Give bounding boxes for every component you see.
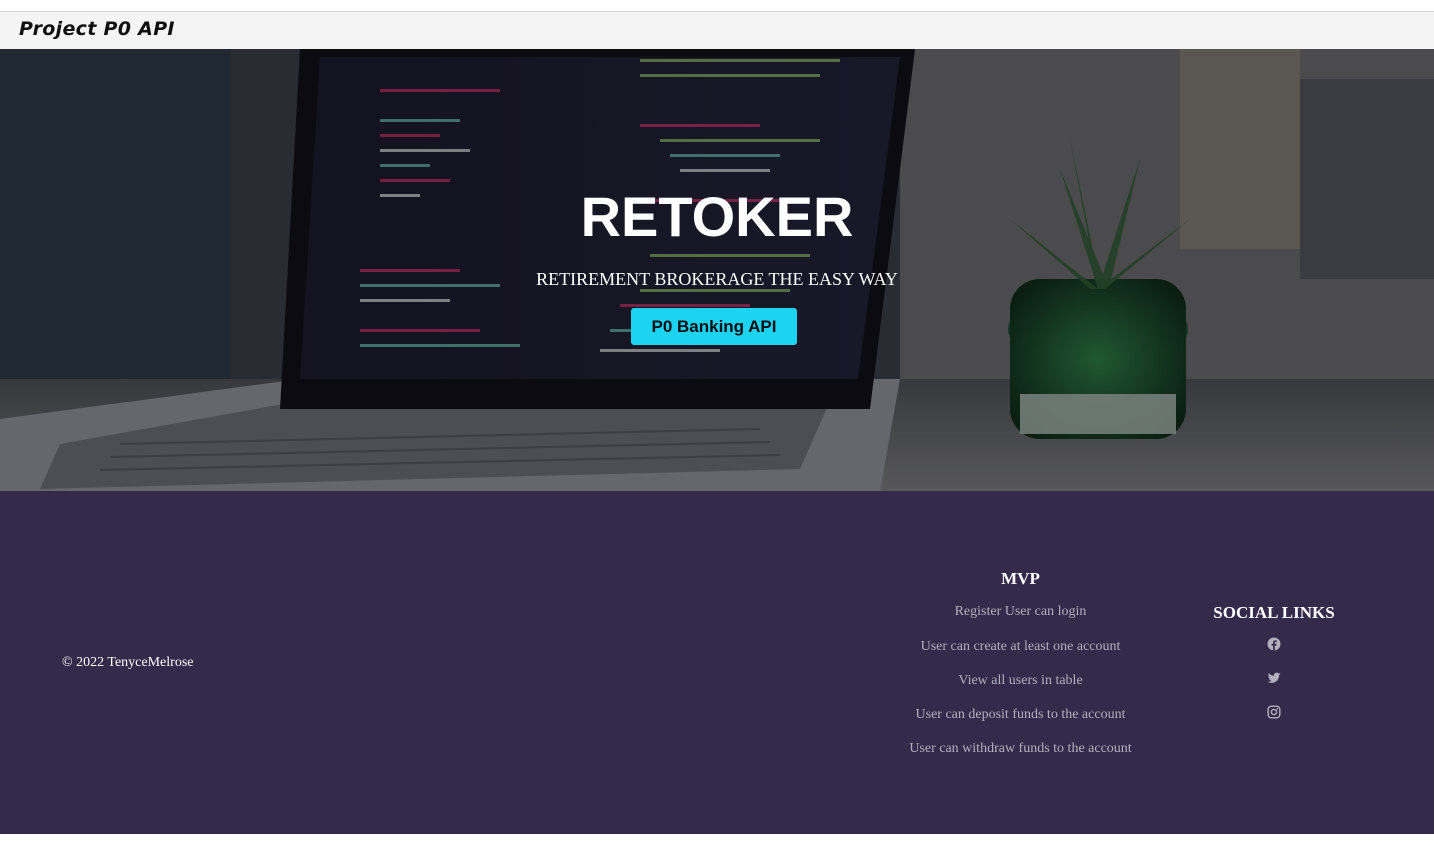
copyright-text: © 2022 TenyceMelrose (62, 655, 194, 670)
social-links-column: SOCIAL LINKS (1200, 603, 1348, 739)
social-links-heading: SOCIAL LINKS (1213, 603, 1335, 622)
mvp-heading: MVP (1001, 569, 1040, 588)
top-border (0, 0, 1434, 12)
social-links-list (1200, 637, 1348, 739)
instagram-icon[interactable] (1267, 705, 1281, 719)
mvp-item: User can create at least one account (920, 639, 1121, 654)
navbar: Project P0 API (0, 12, 1434, 49)
hero-subtitle: RETIREMENT BROKERAGE THE EASY WAY (536, 269, 898, 289)
twitter-icon[interactable] (1267, 671, 1281, 685)
footer: © 2022 TenyceMelrose MVP Register User c… (0, 491, 1434, 834)
hero-section: RETOKER RETIREMENT BROKERAGE THE EASY WA… (0, 49, 1434, 491)
mvp-item: Register User can login (954, 604, 1087, 619)
hero-title: RETOKER (580, 185, 854, 248)
social-link-item (1200, 671, 1348, 705)
mvp-item: User can withdraw funds to the account (909, 741, 1132, 756)
bottom-margin (0, 834, 1434, 859)
mvp-item: View all users in table (958, 673, 1083, 688)
social-link-item (1200, 705, 1348, 739)
mvp-list: Register User can login User can create … (880, 591, 1161, 761)
social-link-item (1200, 637, 1348, 671)
banking-api-button[interactable]: P0 Banking API (631, 308, 797, 345)
brand-link[interactable]: Project P0 API (19, 18, 175, 40)
mvp-item: User can deposit funds to the account (915, 707, 1126, 722)
facebook-icon[interactable] (1267, 637, 1281, 651)
mvp-column: MVP Register User can login User can cre… (880, 569, 1161, 761)
